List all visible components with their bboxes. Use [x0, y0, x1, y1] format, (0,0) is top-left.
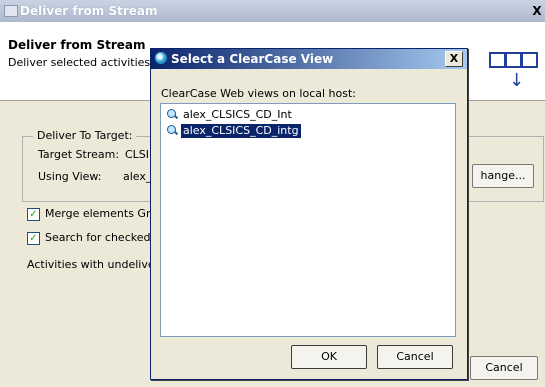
clearcase-icon — [155, 52, 167, 64]
search-checkbox[interactable]: ✓ — [27, 232, 40, 245]
header-subtitle: Deliver selected activities — [8, 56, 151, 69]
deliver-stream-icon: ↓ — [489, 52, 538, 92]
search-checkbox-label: Search for checked o — [45, 231, 161, 244]
change-view-button[interactable]: hange... — [472, 164, 534, 188]
back-window-title: Deliver from Stream — [20, 4, 158, 18]
window-icon — [4, 5, 18, 17]
ok-button[interactable]: OK — [291, 345, 367, 369]
select-view-dialog: Select a ClearCase View X ClearCase Web … — [150, 48, 468, 380]
using-view-label: Using View: — [38, 170, 102, 183]
target-stream-label: Target Stream: — [38, 148, 120, 161]
close-icon[interactable]: X — [445, 51, 463, 67]
back-cancel-button[interactable]: Cancel — [470, 356, 538, 380]
using-view-value: alex_ — [123, 170, 152, 183]
view-name: alex_CLSICS_CD_intg — [180, 123, 302, 139]
view-icon — [167, 109, 179, 120]
view-name: alex_CLSICS_CD_Int — [183, 108, 292, 121]
view-icon — [167, 125, 179, 136]
merge-checkbox-label: Merge elements Grap — [45, 207, 165, 220]
back-window-titlebar[interactable]: Deliver from Stream X — [0, 0, 545, 22]
views-caption: ClearCase Web views on local host: — [161, 87, 356, 100]
dialog-title: Select a ClearCase View — [171, 52, 334, 66]
merge-checkbox[interactable]: ✓ — [27, 208, 40, 221]
header-title: Deliver from Stream — [8, 38, 146, 52]
dialog-titlebar[interactable]: Select a ClearCase View X — [151, 49, 467, 69]
close-icon[interactable]: X — [529, 3, 545, 19]
cancel-button[interactable]: Cancel — [377, 345, 453, 369]
view-list[interactable]: alex_CLSICS_CD_Int alex_CLSICS_CD_intg — [160, 103, 456, 337]
group-label: Deliver To Target: — [33, 129, 137, 142]
